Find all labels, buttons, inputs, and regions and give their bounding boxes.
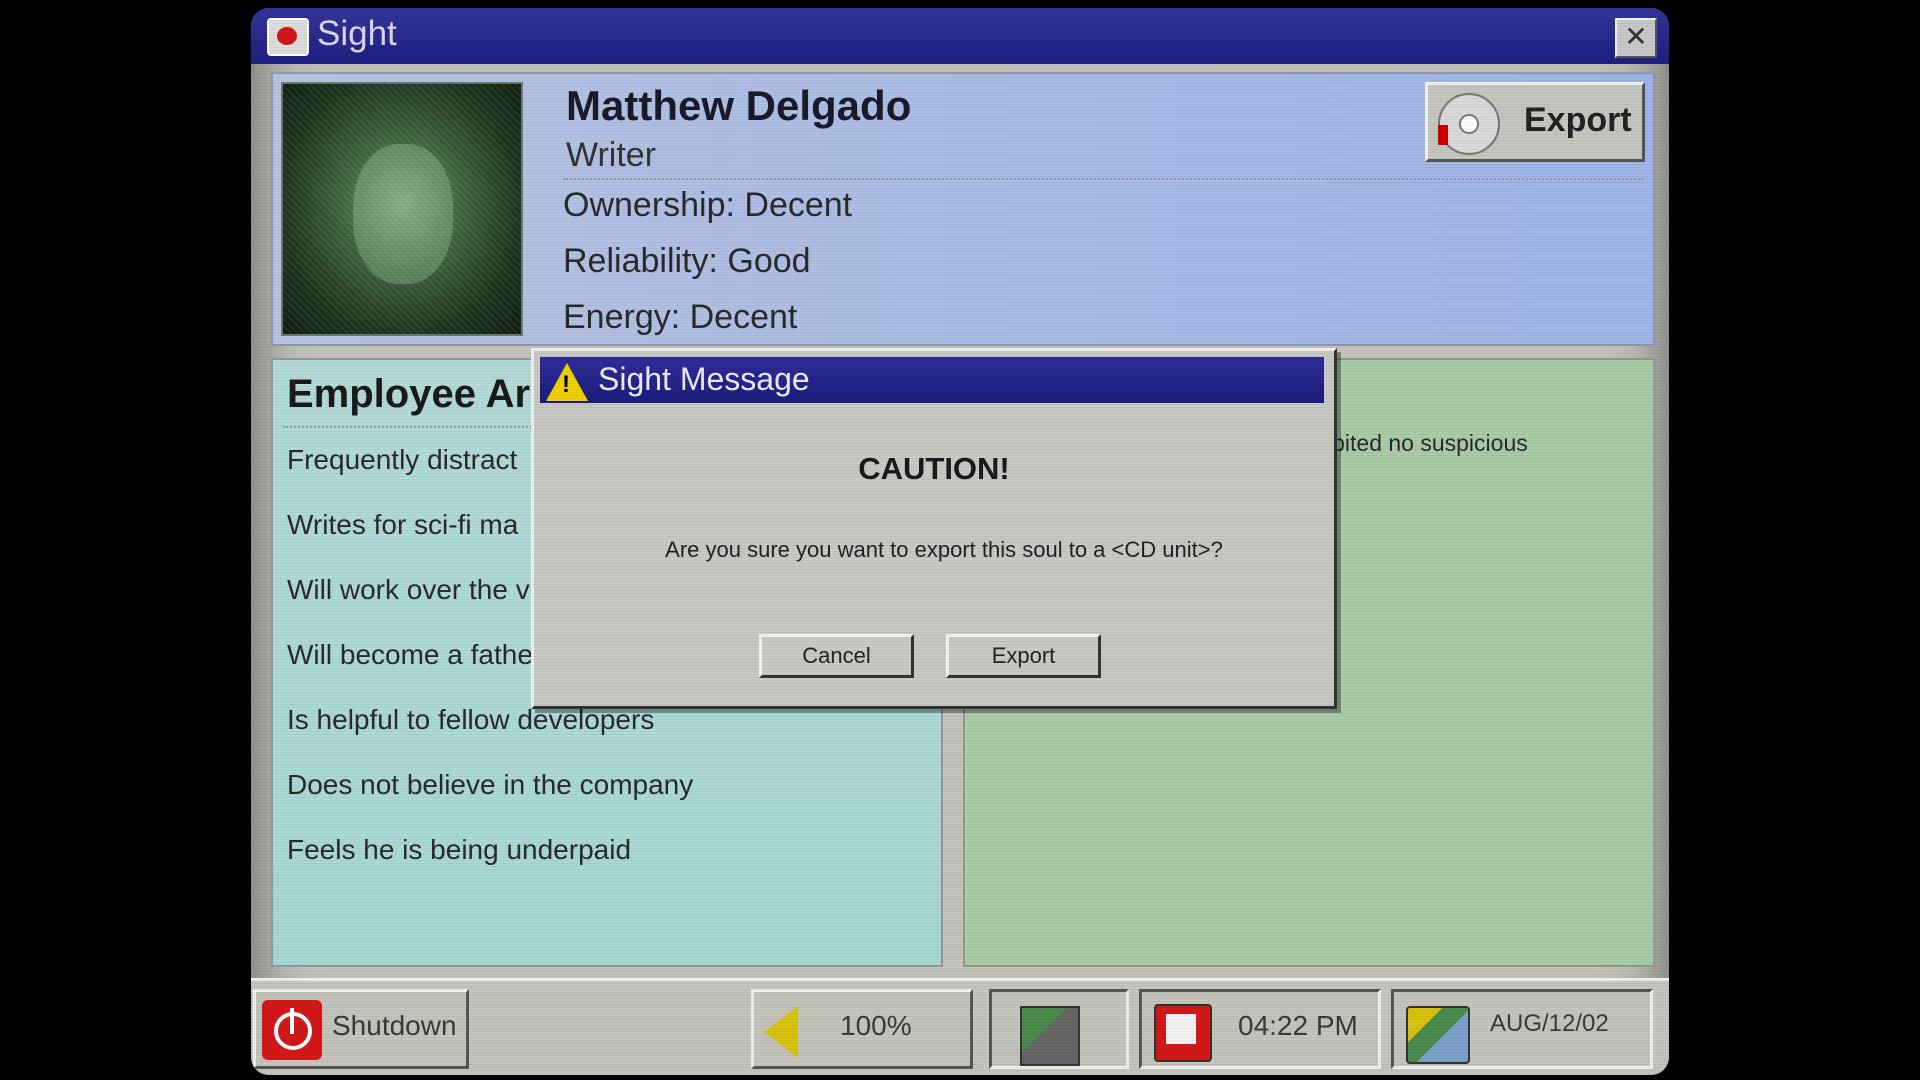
volume-control[interactable]: 100% <box>751 989 973 1069</box>
cd-icon <box>1438 93 1500 155</box>
employee-role: Writer <box>566 136 657 174</box>
confirm-export-button[interactable]: Export <box>946 634 1101 678</box>
shutdown-button[interactable]: Shutdown <box>253 989 469 1069</box>
list-item: Frequently distract <box>287 444 518 475</box>
dialog-heading: CAUTION! <box>858 451 1010 486</box>
connection-icon <box>1406 1006 1470 1064</box>
list-item: Feels he is being underpaid <box>287 834 632 865</box>
clock-time: 04:22 PM <box>1238 1010 1358 1041</box>
export-button[interactable]: Export <box>1425 82 1645 162</box>
stat-ownership: Ownership: Decent <box>563 186 853 224</box>
clock-tray: 04:22 PM <box>1139 989 1381 1069</box>
crt-screen: Sight ✕ Matthew Delgado Writer Ownership… <box>251 8 1669 1075</box>
date-tray: AUG/12/02 <box>1391 989 1653 1069</box>
speaker-icon <box>764 1006 798 1058</box>
taskbar: Shutdown 100% 04:22 PM AUG/12/02 <box>251 978 1669 1075</box>
list-item: Does not believe in the company <box>287 769 694 800</box>
photo-face <box>353 144 453 284</box>
divider <box>563 178 1643 180</box>
stat-reliability: Reliability: Good <box>563 242 811 280</box>
employee-photo <box>281 82 523 336</box>
dialog-title: Sight Message <box>598 361 810 397</box>
close-button[interactable]: ✕ <box>1615 18 1657 58</box>
confirm-dialog: ! Sight Message CAUTION! Are you sure yo… <box>531 348 1337 709</box>
employee-name: Matthew Delgado <box>566 82 912 129</box>
list-item: Will work over the v <box>287 574 530 605</box>
power-icon <box>262 1000 322 1060</box>
clock-icon <box>1154 1004 1212 1062</box>
network-icon <box>1020 1006 1080 1066</box>
employee-profile-panel: Matthew Delgado Writer Ownership: Decent… <box>271 72 1655 346</box>
eye-icon <box>267 18 309 56</box>
cancel-button[interactable]: Cancel <box>759 634 914 678</box>
dialog-message: Are you sure you want to export this sou… <box>665 537 1223 562</box>
list-item: Will become a fathe <box>287 639 533 670</box>
stat-energy: Energy: Decent <box>563 298 798 336</box>
volume-level: 100% <box>840 1010 912 1041</box>
warning-icon: ! <box>546 363 588 401</box>
export-button-label: Export <box>1524 101 1632 139</box>
shutdown-label: Shutdown <box>332 1010 457 1041</box>
list-item: Writes for sci-fi ma <box>287 509 519 540</box>
dialog-titlebar: ! Sight Message <box>540 357 1324 403</box>
notes-heading: Employee Ar <box>287 372 531 416</box>
window-titlebar: Sight ✕ <box>251 8 1669 64</box>
network-status[interactable] <box>989 989 1129 1069</box>
window-title: Sight <box>317 14 397 53</box>
date: AUG/12/02 <box>1490 1010 1609 1037</box>
report-text: ibited no suspicious <box>1327 430 1528 456</box>
